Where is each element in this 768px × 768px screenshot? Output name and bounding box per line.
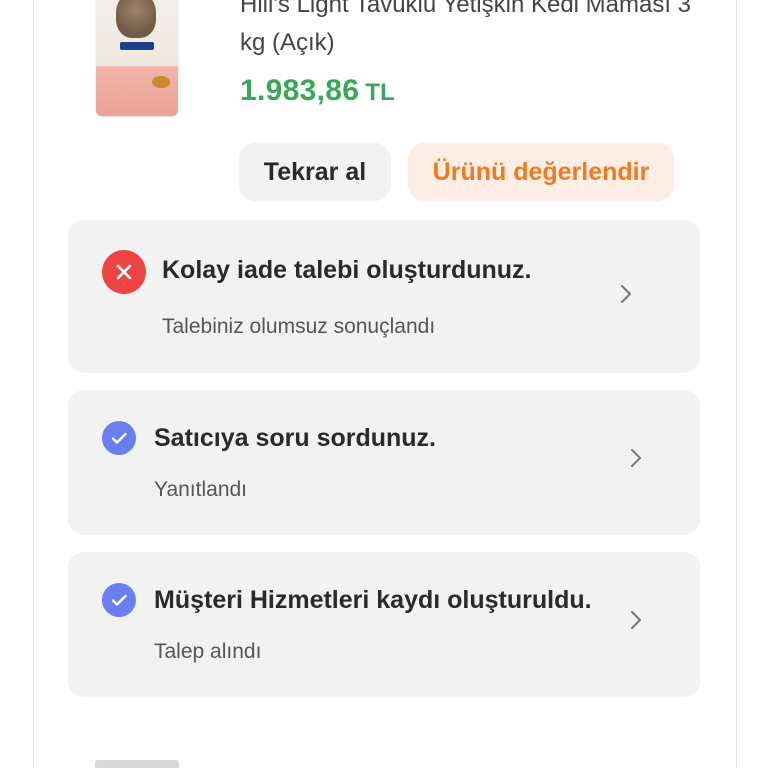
chevron-right-icon <box>628 608 644 632</box>
chevron-right-icon <box>618 282 634 306</box>
check-icon <box>102 583 136 617</box>
activity-card-return-request[interactable]: Kolay iade talebi oluşturdunuz. Talebini… <box>68 220 700 373</box>
product-image[interactable] <box>96 0 178 116</box>
price-value: 1.983,86 <box>240 74 360 107</box>
chicken-illustration <box>152 76 170 88</box>
buy-again-button[interactable]: Tekrar al <box>239 143 391 201</box>
activity-status: Yanıtlandı <box>154 478 248 501</box>
cat-illustration <box>116 0 156 38</box>
activity-status: Talep alındı <box>154 640 262 663</box>
review-product-button[interactable]: Ürünü değerlendir <box>408 143 674 201</box>
activity-card-customer-service[interactable]: Müşteri Hizmetleri kaydı oluşturuldu. Ta… <box>68 552 700 697</box>
chevron-right-icon <box>628 446 644 470</box>
activity-title: Satıcıya soru sordunuz. <box>154 424 437 452</box>
activity-title: Kolay iade talebi oluşturdunuz. <box>162 256 532 284</box>
price-currency: TL <box>365 79 396 106</box>
activity-card-seller-question[interactable]: Satıcıya soru sordunuz. Yanıtlandı <box>68 390 700 535</box>
order-detail-page: Hill's Light Tavuklu Yetişkin Kedi Mamas… <box>0 0 768 768</box>
close-icon <box>102 250 146 294</box>
product-price: 1.983,86 TL <box>240 74 395 108</box>
check-icon <box>102 421 136 455</box>
activity-title: Müşteri Hizmetleri kaydı oluşturuldu. <box>154 586 592 614</box>
activity-status: Talebiniz olumsuz sonuçlandı <box>162 315 436 338</box>
product-title[interactable]: Hill's Light Tavuklu Yetişkin Kedi Mamas… <box>240 0 710 62</box>
next-product-image[interactable] <box>95 760 179 768</box>
brand-logo <box>120 42 154 50</box>
